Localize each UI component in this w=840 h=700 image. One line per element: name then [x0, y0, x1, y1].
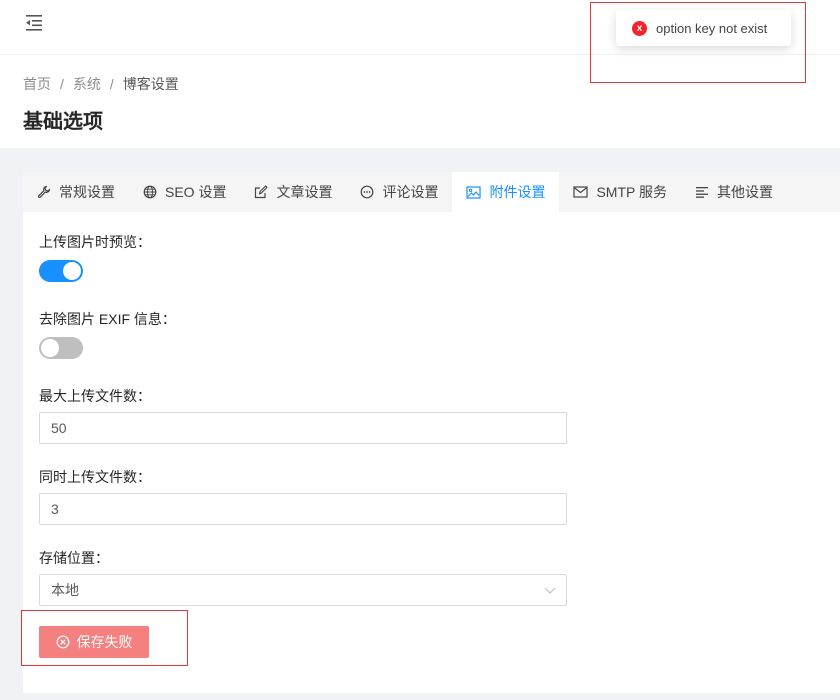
tab-label: SEO 设置 [165, 184, 227, 200]
concurrent-input[interactable]: 3 [39, 493, 567, 525]
save-button-label: 保存失败 [76, 634, 133, 650]
preview-switch[interactable] [39, 260, 83, 282]
exif-switch[interactable] [39, 337, 83, 359]
tab-label: 常规设置 [59, 184, 115, 200]
exif-label: 去除图片 EXIF 信息： [39, 311, 176, 327]
storage-label: 存储位置： [39, 550, 109, 566]
tab-attachment[interactable]: 附件设置 [452, 172, 560, 212]
switch-knob [63, 262, 81, 280]
mail-icon [573, 186, 589, 198]
tab-general[interactable]: 常规设置 [23, 172, 129, 212]
tab-label: 评论设置 [382, 184, 439, 200]
globe-icon [143, 185, 157, 199]
switch-knob [41, 339, 59, 357]
save-button[interactable]: 保存失败 [39, 626, 149, 658]
breadcrumb-separator: / [60, 76, 64, 92]
menu-fold-icon[interactable] [24, 14, 44, 32]
wrench-icon [38, 185, 51, 198]
tab-comment[interactable]: 评论设置 [346, 172, 452, 212]
concurrent-label: 同时上传文件数： [39, 469, 151, 485]
max-files-input[interactable]: 50 [39, 412, 567, 444]
tab-label: SMTP 服务 [596, 184, 667, 200]
chevron-down-icon [544, 587, 556, 594]
breadcrumb-system[interactable]: 系统 [73, 74, 101, 94]
tab-label: 其他设置 [717, 184, 773, 200]
toast-message: option key not exist [656, 20, 768, 36]
tab-other[interactable]: 其他设置 [681, 172, 787, 212]
storage-select[interactable]: 本地 [39, 574, 567, 606]
align-left-icon [696, 187, 708, 198]
breadcrumb-separator: / [109, 76, 114, 92]
storage-select-value: 本地 [51, 582, 79, 598]
comment-icon [361, 185, 374, 199]
close-circle-icon [56, 635, 69, 649]
breadcrumb-current: 博客设置 [122, 76, 179, 92]
tab-smtp[interactable]: SMTP 服务 [559, 172, 681, 212]
error-icon: x [632, 20, 647, 36]
max-files-label: 最大上传文件数： [39, 388, 151, 404]
page-title: 基础选项 [23, 111, 103, 133]
tab-label: 文章设置 [276, 184, 333, 200]
picture-icon [466, 185, 482, 199]
edit-icon [255, 185, 269, 199]
tab-label: 附件设置 [489, 184, 546, 200]
preview-label: 上传图片时预览： [39, 234, 151, 250]
tab-article[interactable]: 文章设置 [240, 172, 346, 212]
error-toast: x option key not exist [616, 10, 791, 46]
settings-tabs: 常规设置 SEO 设置 文章设置 评论设置 附件设置 SMTP 服务 其他设置 [23, 172, 840, 212]
breadcrumb: 首页 / 系统 / 博客设置 [23, 74, 179, 94]
page-header: 首页 / 系统 / 博客设置 基础选项 [0, 55, 840, 148]
breadcrumb-home[interactable]: 首页 [23, 74, 51, 94]
tab-seo[interactable]: SEO 设置 [129, 172, 240, 212]
